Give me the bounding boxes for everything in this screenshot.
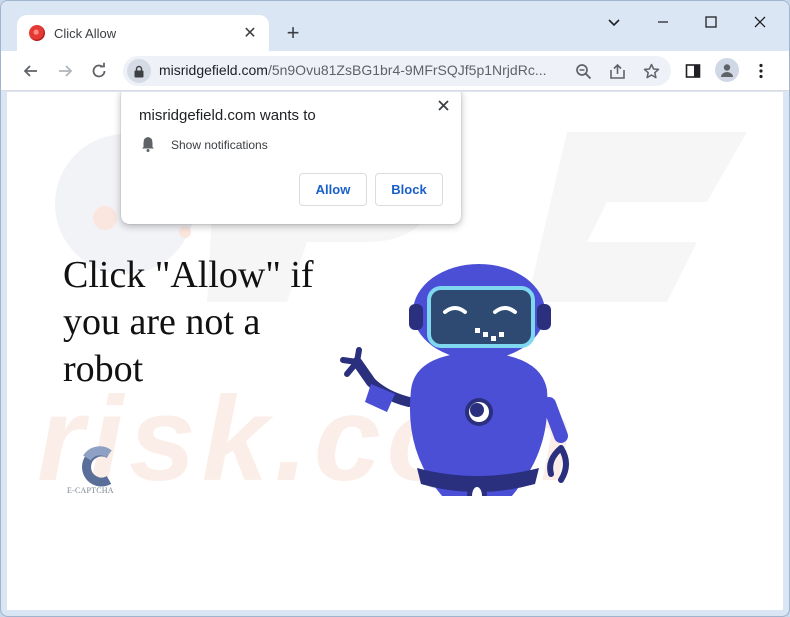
toolbar: misridgefield.com/5n9Ovu81ZsBG1br4-9MFrS… bbox=[1, 51, 789, 91]
tab-close-icon[interactable]: ✕ bbox=[241, 24, 259, 42]
close-window-button[interactable] bbox=[745, 9, 775, 35]
address-bar[interactable]: misridgefield.com/5n9Ovu81ZsBG1br4-9MFrS… bbox=[123, 56, 671, 86]
forward-icon[interactable] bbox=[51, 57, 79, 85]
url-text[interactable]: misridgefield.com/5n9Ovu81ZsBG1br4-9MFrS… bbox=[159, 62, 559, 78]
url-host: misridgefield.com bbox=[159, 62, 268, 78]
profile-avatar-icon[interactable] bbox=[715, 58, 739, 82]
new-tab-button[interactable]: + bbox=[281, 20, 305, 45]
allow-button[interactable]: Allow bbox=[299, 173, 367, 206]
robot-illustration bbox=[340, 264, 569, 496]
menu-kebab-icon[interactable] bbox=[747, 57, 775, 85]
tab-title: Click Allow bbox=[54, 25, 117, 41]
permission-label: Show notifications bbox=[171, 138, 268, 152]
bookmark-star-icon[interactable] bbox=[639, 59, 663, 83]
notification-permission-popup: misridgefield.com wants to Show notifica… bbox=[121, 92, 461, 224]
side-panel-icon[interactable] bbox=[679, 57, 707, 85]
block-button[interactable]: Block bbox=[375, 173, 443, 206]
captcha-label: E-CAPTCHA bbox=[67, 486, 114, 495]
page-content: risk.com Click "Allow" if you are not a … bbox=[7, 92, 783, 610]
tab-search-icon[interactable] bbox=[599, 9, 629, 35]
popup-close-icon[interactable] bbox=[433, 95, 453, 115]
bell-icon bbox=[142, 137, 154, 152]
tab-strip: Click Allow ✕ + bbox=[1, 1, 789, 51]
browser-window: Click Allow ✕ + misridgefield.com/5n9Ovu… bbox=[0, 0, 790, 617]
lock-icon[interactable] bbox=[127, 59, 151, 83]
share-icon[interactable] bbox=[605, 59, 629, 83]
popup-title: misridgefield.com wants to bbox=[139, 107, 316, 124]
minimize-button[interactable] bbox=[648, 9, 678, 35]
back-icon[interactable] bbox=[17, 57, 45, 85]
reload-icon[interactable] bbox=[85, 57, 113, 85]
zoom-icon[interactable] bbox=[571, 59, 595, 83]
tab-click-allow[interactable]: Click Allow ✕ bbox=[17, 15, 269, 51]
favicon-icon bbox=[29, 25, 45, 41]
maximize-button[interactable] bbox=[696, 9, 726, 35]
page-headline: Click "Allow" if you are not a robot bbox=[63, 254, 314, 390]
url-path: /5n9Ovu81ZsBG1br4-9MFrSQJf5p1NrjdRc... bbox=[267, 62, 547, 78]
